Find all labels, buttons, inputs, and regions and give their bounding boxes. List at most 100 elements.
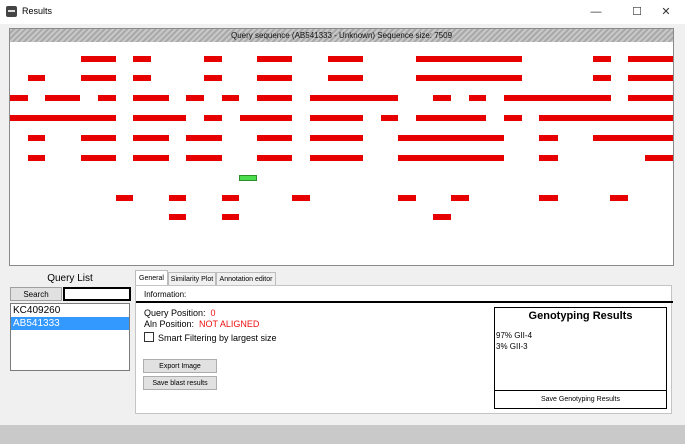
information-divider — [136, 301, 673, 303]
alignment-hit-segment[interactable] — [539, 115, 673, 121]
alignment-hit-segment[interactable] — [416, 56, 522, 62]
alignment-hit-segment[interactable] — [328, 56, 363, 62]
alignment-hit-segment[interactable] — [81, 135, 116, 141]
alignment-hit-segment[interactable] — [398, 155, 504, 161]
plot-header: Query sequence (AB541333 - Unknown) Sequ… — [10, 29, 673, 42]
query-position-row: Query Position: 0 — [144, 308, 216, 318]
alignment-hit-segment[interactable] — [628, 75, 673, 81]
alignment-hit-segment[interactable] — [186, 95, 204, 101]
alignment-hit-segment[interactable] — [593, 56, 611, 62]
alignment-hit-segment[interactable] — [416, 75, 522, 81]
alignment-hit-segment[interactable] — [593, 135, 673, 141]
alignment-hit-segment[interactable] — [504, 95, 611, 101]
alignment-hit-segment[interactable] — [98, 95, 116, 101]
alignment-hit-segment[interactable] — [257, 95, 292, 101]
alignment-hit-segment[interactable] — [310, 95, 398, 101]
genotype-result: 97% GII-4 — [496, 331, 533, 340]
maximize-button[interactable]: ☐ — [622, 2, 652, 22]
alignment-hit-segment[interactable] — [186, 155, 222, 161]
alignment-hit-segment[interactable] — [10, 95, 28, 101]
alignment-hit-segment[interactable] — [28, 75, 45, 81]
close-button[interactable]: ✕ — [651, 2, 681, 22]
search-input[interactable] — [63, 287, 131, 301]
alignment-hit-segment[interactable] — [257, 56, 292, 62]
alignment-hit-segment[interactable] — [240, 115, 292, 121]
alignment-hit-segment[interactable] — [204, 115, 222, 121]
alignment-plot[interactable]: Query sequence (AB541333 - Unknown) Sequ… — [9, 28, 674, 266]
general-panel: Information: Query Position: 0 Aln Posit… — [135, 285, 673, 414]
tab-annotation-editor[interactable]: Annotation editor — [216, 272, 276, 285]
aln-position-row: Aln Position: NOT ALIGNED — [144, 319, 259, 329]
alignment-hit-segment[interactable] — [257, 75, 292, 81]
save-genotyping-results-button[interactable]: Save Genotyping Results — [494, 390, 667, 409]
information-label: Information: — [144, 290, 187, 299]
alignment-hit-segment[interactable] — [133, 135, 169, 141]
alignment-hit-segment[interactable] — [133, 75, 151, 81]
tab-similarity-plot[interactable]: Similarity Plot — [168, 272, 216, 285]
alignment-hit-segment[interactable] — [539, 135, 558, 141]
query-list-item[interactable]: AB541333 — [11, 317, 129, 330]
query-list-title: Query List — [47, 273, 93, 284]
alignment-hit-segment[interactable] — [116, 195, 133, 201]
aln-position-label: Aln Position: — [144, 319, 195, 329]
alignment-hit-segment[interactable] — [381, 115, 398, 121]
alignment-hit-segment[interactable] — [28, 155, 45, 161]
aln-position-value: NOT ALIGNED — [199, 319, 260, 329]
alignment-hit-segment[interactable] — [328, 75, 363, 81]
export-image-button[interactable]: Export Image — [143, 359, 217, 373]
status-bar — [0, 425, 685, 444]
save-blast-results-button[interactable]: Save blast results — [143, 376, 217, 390]
alignment-hit-segment[interactable] — [539, 195, 558, 201]
query-list-item[interactable]: KC409260 — [11, 304, 129, 317]
alignment-hit-segment[interactable] — [81, 56, 116, 62]
tab-general[interactable]: General — [135, 270, 168, 286]
alignment-hit-segment[interactable] — [398, 195, 416, 201]
alignment-hit-segment[interactable] — [398, 135, 504, 141]
alignment-hit-segment[interactable] — [186, 135, 222, 141]
alignment-hit-segment[interactable] — [628, 56, 673, 62]
alignment-hit-segment[interactable] — [257, 155, 292, 161]
alignment-hit-segment[interactable] — [593, 75, 611, 81]
alignment-hit-segment[interactable] — [628, 95, 673, 101]
alignment-hit-segment[interactable] — [169, 195, 186, 201]
alignment-hit-segment[interactable] — [257, 135, 292, 141]
smart-filter-label: Smart Filtering by largest size — [158, 333, 277, 343]
selected-alignment-segment[interactable] — [239, 175, 257, 181]
alignment-hit-segment[interactable] — [133, 115, 186, 121]
alignment-hit-segment[interactable] — [310, 115, 363, 121]
minimize-button[interactable]: — — [581, 2, 611, 22]
alignment-hit-segment[interactable] — [45, 95, 80, 101]
alignment-hit-segment[interactable] — [433, 95, 451, 101]
app-logo-icon — [6, 6, 17, 17]
alignment-hit-segment[interactable] — [504, 115, 522, 121]
alignment-hit-segment[interactable] — [310, 135, 363, 141]
alignment-hit-segment[interactable] — [610, 195, 628, 201]
alignment-hit-segment[interactable] — [539, 155, 558, 161]
search-button[interactable]: Search — [10, 287, 62, 301]
alignment-hit-segment[interactable] — [222, 214, 239, 220]
alignment-hit-segment[interactable] — [222, 95, 239, 101]
window-title: Results — [22, 6, 53, 16]
alignment-hit-segment[interactable] — [133, 56, 151, 62]
alignment-hit-segment[interactable] — [292, 195, 310, 201]
alignment-hit-segment[interactable] — [133, 155, 169, 161]
alignment-hit-segment[interactable] — [416, 115, 486, 121]
checkbox-icon[interactable] — [144, 332, 154, 342]
alignment-hit-segment[interactable] — [81, 155, 116, 161]
alignment-hit-segment[interactable] — [645, 155, 673, 161]
alignment-hit-segment[interactable] — [10, 115, 63, 121]
alignment-hit-segment[interactable] — [169, 214, 186, 220]
alignment-hit-segment[interactable] — [310, 155, 363, 161]
smart-filter-checkbox[interactable]: Smart Filtering by largest size — [144, 332, 277, 343]
alignment-hit-segment[interactable] — [81, 75, 116, 81]
alignment-hit-segment[interactable] — [63, 115, 116, 121]
alignment-hit-segment[interactable] — [469, 95, 486, 101]
alignment-hit-segment[interactable] — [451, 195, 469, 201]
alignment-hit-segment[interactable] — [28, 135, 45, 141]
alignment-hit-segment[interactable] — [204, 75, 222, 81]
alignment-hit-segment[interactable] — [133, 95, 169, 101]
alignment-hit-segment[interactable] — [433, 214, 451, 220]
query-list[interactable]: KC409260 AB541333 — [10, 303, 130, 371]
alignment-hit-segment[interactable] — [204, 56, 222, 62]
alignment-hit-segment[interactable] — [222, 195, 239, 201]
